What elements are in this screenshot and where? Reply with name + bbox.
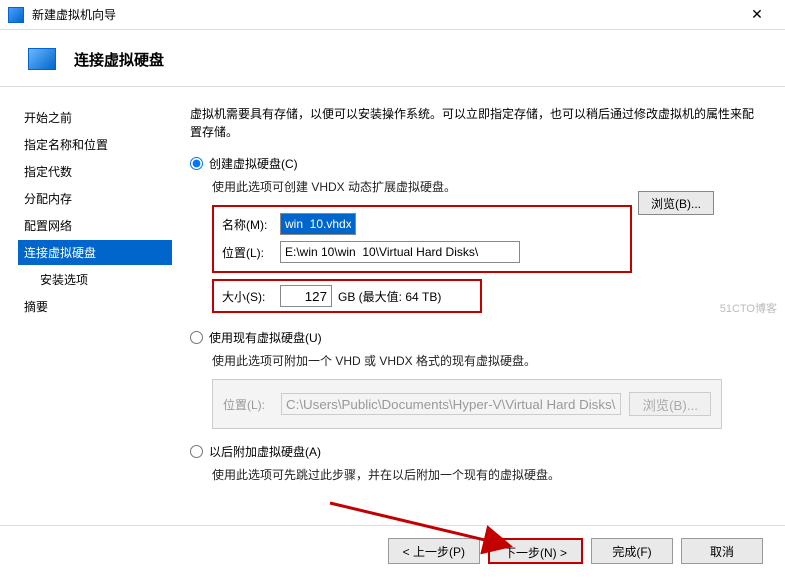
- radio-use-existing[interactable]: [190, 331, 203, 344]
- radio-later-label: 以后附加虚拟硬盘(A): [209, 443, 321, 460]
- page-title: 连接虚拟硬盘: [74, 49, 164, 70]
- wizard-sidebar: 开始之前 指定名称和位置 指定代数 分配内存 配置网络 连接虚拟硬盘 安装选项 …: [0, 87, 172, 525]
- name-location-highlight: 名称(M): 位置(L):: [212, 205, 632, 273]
- step-name-location[interactable]: 指定名称和位置: [18, 132, 172, 157]
- close-icon[interactable]: ✕: [737, 6, 777, 23]
- browse-button[interactable]: 浏览(B)...: [638, 191, 714, 215]
- cancel-button[interactable]: 取消: [681, 538, 763, 564]
- window-title: 新建虚拟机向导: [32, 6, 737, 23]
- radio-attach-later[interactable]: [190, 445, 203, 458]
- next-button[interactable]: 下一步(N) >: [488, 538, 583, 564]
- wizard-header: 连接虚拟硬盘: [0, 30, 785, 80]
- step-generation[interactable]: 指定代数: [18, 159, 172, 184]
- radio-create-label: 创建虚拟硬盘(C): [209, 155, 298, 172]
- step-network[interactable]: 配置网络: [18, 213, 172, 238]
- later-desc: 使用此选项可先跳过此步骤，并在以后附加一个现有的虚拟硬盘。: [212, 466, 763, 483]
- step-before-begin[interactable]: 开始之前: [18, 105, 172, 130]
- step-summary[interactable]: 摘要: [18, 294, 172, 319]
- radio-create-vhd[interactable]: [190, 157, 203, 170]
- disabled-loc-label: 位置(L):: [223, 396, 281, 413]
- prev-button[interactable]: < 上一步(P): [388, 538, 480, 564]
- watermark: 51CTO博客: [720, 300, 777, 316]
- intro-text: 虚拟机需要具有存储，以便可以安装操作系统。可以立即指定存储，也可以稍后通过修改虚…: [190, 105, 763, 141]
- title-bar: 新建虚拟机向导 ✕: [0, 0, 785, 30]
- size-suffix: GB (最大值: 64 TB): [338, 288, 441, 305]
- radio-use-label: 使用现有虚拟硬盘(U): [209, 329, 322, 346]
- size-label: 大小(S):: [222, 288, 280, 305]
- app-icon: [8, 7, 24, 23]
- step-connect-vhd[interactable]: 连接虚拟硬盘: [18, 240, 172, 265]
- size-highlight: 大小(S): GB (最大值: 64 TB): [212, 279, 482, 313]
- button-bar: < 上一步(P) 下一步(N) > 完成(F) 取消: [0, 526, 785, 564]
- disabled-browse-button: 浏览(B)...: [629, 392, 711, 416]
- wizard-content: 虚拟机需要具有存储，以便可以安装操作系统。可以立即指定存储，也可以稍后通过修改虚…: [172, 87, 785, 525]
- name-input[interactable]: [280, 213, 356, 235]
- location-label: 位置(L):: [222, 244, 280, 261]
- use-desc: 使用此选项可附加一个 VHD 或 VHDX 格式的现有虚拟硬盘。: [212, 352, 763, 369]
- location-input[interactable]: [280, 241, 520, 263]
- step-install-options[interactable]: 安装选项: [18, 267, 172, 292]
- disabled-location-box: 位置(L): 浏览(B)...: [212, 379, 722, 429]
- name-label: 名称(M):: [222, 216, 280, 233]
- step-memory[interactable]: 分配内存: [18, 186, 172, 211]
- disabled-loc-input: [281, 393, 621, 415]
- size-input[interactable]: [280, 285, 332, 307]
- header-icon: [28, 48, 56, 70]
- finish-button[interactable]: 完成(F): [591, 538, 673, 564]
